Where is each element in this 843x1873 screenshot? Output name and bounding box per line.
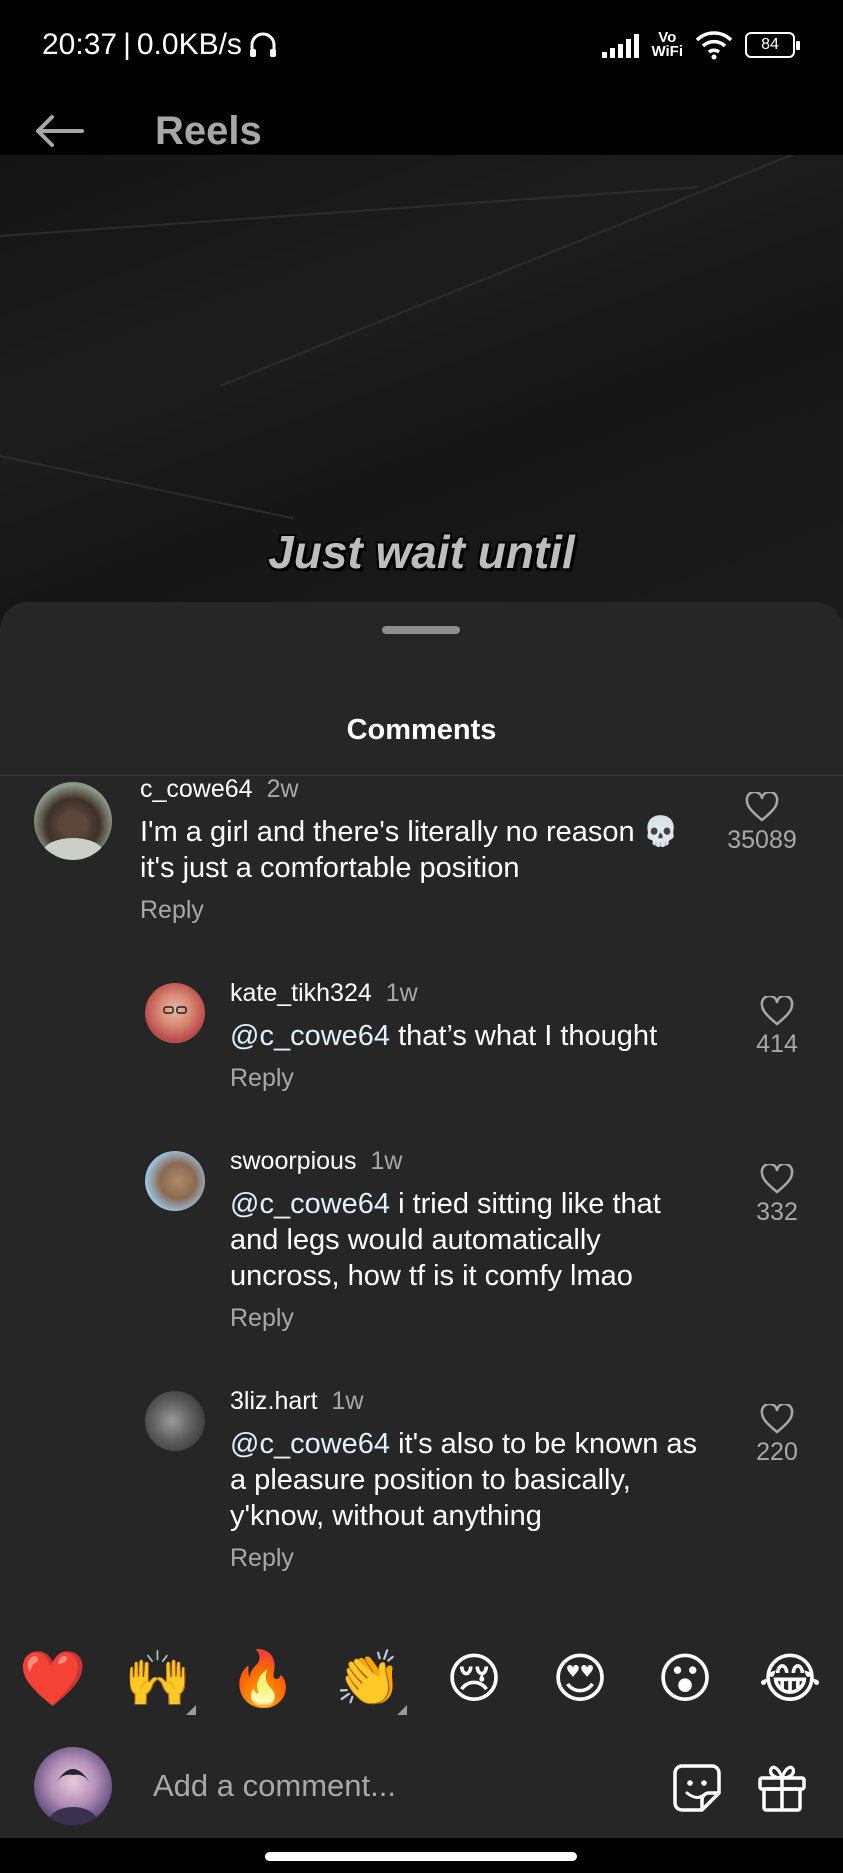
vowifi-indicator: Vo WiFi bbox=[651, 29, 683, 60]
reels-header: Reels bbox=[0, 95, 843, 155]
status-right: Vo WiFi 84 bbox=[602, 29, 800, 60]
emoji-reaction-bar: ❤️ 🙌 🔥 👏 😢 😍 😮 😂 bbox=[0, 1643, 843, 1715]
comment-username[interactable]: kate_tikh324 bbox=[230, 979, 372, 1007]
reply-button[interactable]: Reply bbox=[230, 1544, 294, 1573]
emoji-laughing-button[interactable]: 😂 bbox=[754, 1643, 826, 1715]
avatar[interactable] bbox=[145, 983, 205, 1043]
mention-link[interactable]: @c_cowe64 bbox=[230, 1428, 390, 1460]
status-bar: 20:37 | 0.0KB/s Vo WiFi 84 bbox=[0, 0, 843, 95]
like-button[interactable]: 332 bbox=[737, 1164, 817, 1227]
avatar[interactable] bbox=[34, 782, 112, 860]
comment-text: @c_cowe64 i tried sitting like that and … bbox=[230, 1186, 700, 1294]
emoji-clap-button[interactable]: 👏 bbox=[333, 1643, 405, 1715]
emoji-surprised-button[interactable]: 😮 bbox=[649, 1643, 721, 1715]
like-count: 35089 bbox=[727, 826, 797, 854]
network-speed: 0.0KB/s bbox=[136, 28, 242, 61]
emoji-fire-button[interactable]: 🔥 bbox=[227, 1643, 299, 1715]
comment-age: 1w bbox=[331, 1387, 364, 1415]
headphones-icon bbox=[249, 32, 276, 57]
comment-age: 1w bbox=[385, 979, 418, 1007]
video-shadow-line bbox=[0, 455, 294, 520]
skin-tone-indicator bbox=[397, 1705, 407, 1715]
avatar[interactable] bbox=[145, 1151, 205, 1211]
like-button[interactable]: 35089 bbox=[722, 792, 802, 855]
emoji-raised-hands-button[interactable]: 🙌 bbox=[122, 1643, 194, 1715]
like-count: 220 bbox=[756, 1438, 798, 1466]
status-left: 20:37 | 0.0KB/s bbox=[42, 28, 278, 62]
reply-button[interactable]: Reply bbox=[230, 1304, 294, 1333]
comment-header: kate_tikh324 1w bbox=[230, 979, 418, 1008]
page-title: Reels bbox=[155, 109, 262, 153]
heart-outline-icon bbox=[760, 996, 794, 1026]
comment-header: 3liz.hart 1w bbox=[230, 1387, 364, 1416]
comment-username[interactable]: 3liz.hart bbox=[230, 1387, 318, 1415]
wifi-icon bbox=[695, 31, 733, 60]
comment-age: 1w bbox=[370, 1147, 403, 1175]
sticker-icon[interactable] bbox=[672, 1763, 722, 1813]
comment-body: that’s what I thought bbox=[390, 1020, 658, 1052]
reply-button[interactable]: Reply bbox=[140, 896, 204, 925]
comment-username[interactable]: c_cowe64 bbox=[140, 775, 253, 803]
comment-item: c_cowe64 2w I'm a girl and there's litera… bbox=[0, 602, 843, 924]
comment-age: 2w bbox=[266, 775, 299, 803]
like-button[interactable]: 414 bbox=[737, 996, 817, 1059]
mention-link[interactable]: @c_cowe64 bbox=[230, 1188, 390, 1220]
comment-header: c_cowe64 2w bbox=[140, 775, 299, 804]
comment-username[interactable]: swoorpious bbox=[230, 1147, 356, 1175]
video-shadow-line bbox=[219, 155, 814, 387]
gift-icon[interactable] bbox=[756, 1761, 808, 1813]
heart-outline-icon bbox=[760, 1404, 794, 1434]
battery-indicator: 84 bbox=[745, 32, 800, 58]
emoji-heart-eyes-button[interactable]: 😍 bbox=[544, 1643, 616, 1715]
comment-text: @c_cowe64 that’s what I thought bbox=[230, 1018, 700, 1054]
current-user-avatar bbox=[34, 1747, 112, 1825]
reel-video[interactable]: Just wait until bbox=[0, 155, 843, 625]
emoji-heart-button[interactable]: ❤️ bbox=[17, 1643, 89, 1715]
like-button[interactable]: 220 bbox=[737, 1404, 817, 1467]
comment-header: swoorpious 1w bbox=[230, 1147, 402, 1176]
signal-icon bbox=[602, 32, 640, 58]
emoji-crying-button[interactable]: 😢 bbox=[438, 1643, 510, 1715]
like-count: 332 bbox=[756, 1198, 798, 1226]
home-indicator[interactable] bbox=[265, 1852, 577, 1861]
heart-outline-icon bbox=[745, 792, 779, 822]
reply-button[interactable]: Reply bbox=[230, 1064, 294, 1093]
video-caption: Just wait until bbox=[268, 526, 575, 578]
video-shadow-line bbox=[0, 186, 699, 237]
comment-input[interactable] bbox=[153, 1761, 653, 1811]
clock: 20:37 bbox=[42, 28, 118, 61]
skin-tone-indicator bbox=[186, 1705, 196, 1715]
back-arrow-icon[interactable] bbox=[34, 113, 84, 149]
comment-text: @c_cowe64 it's also to be known as a ple… bbox=[230, 1426, 700, 1534]
avatar[interactable] bbox=[145, 1391, 205, 1451]
comment-text: I'm a girl and there's literally no reas… bbox=[140, 816, 679, 884]
like-count: 414 bbox=[756, 1030, 798, 1058]
mention-link[interactable]: @c_cowe64 bbox=[230, 1020, 390, 1052]
status-separator: | bbox=[123, 28, 131, 61]
comment-composer bbox=[0, 1743, 843, 1833]
heart-outline-icon bbox=[760, 1164, 794, 1194]
